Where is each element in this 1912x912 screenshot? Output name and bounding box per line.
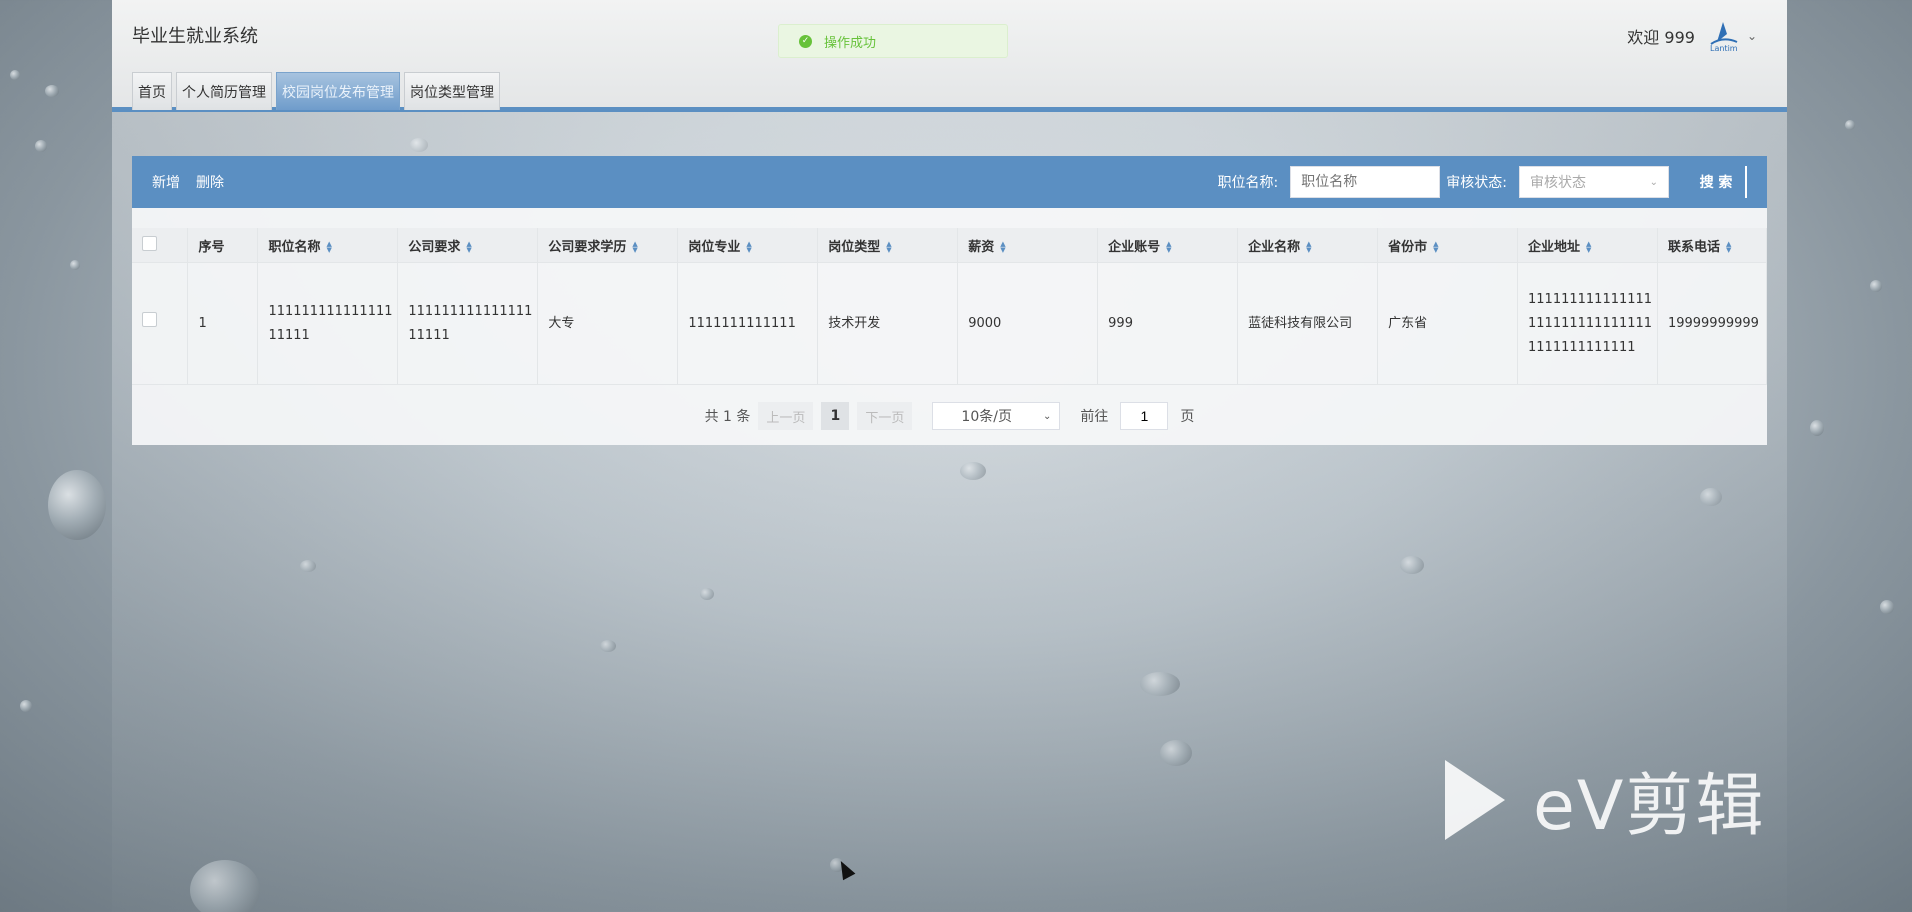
cell-company: 蓝徒科技有限公司 [1237, 262, 1379, 385]
content-panel: 新增 删除 职位名称: 审核状态: 审核状态 ⌄ 搜 索 序号 职位名称▲▼ 公… [132, 156, 1768, 445]
sort-icon[interactable]: ▲ ▼ [1000, 241, 1008, 254]
main-tabs: 首页 个人简历管理 校园岗位发布管理 岗位类型管理 [132, 72, 500, 110]
sort-icon[interactable]: ▲ ▼ [1586, 241, 1594, 254]
add-button[interactable]: 新增 [152, 172, 180, 192]
sort-icon[interactable]: ▲ ▼ [466, 241, 474, 254]
cell-address: 1111111111111111111111111111111111111111… [1517, 262, 1658, 385]
success-toast: ✓ 操作成功 [778, 24, 1008, 58]
chevron-down-icon: ⌄ [1649, 176, 1658, 188]
logo-icon: Lantim [1705, 20, 1741, 53]
sort-icon[interactable]: ▲ ▼ [1306, 241, 1314, 254]
page-size-value: 10条/页 [961, 409, 1012, 425]
table-header-row: 序号 职位名称 ▲ ▼ 公司要求 ▲ ▼ 公司要求学历 ▲ ▼ 岗位专业 ▲ ▼ 岗位类型 ▲ ▼ … [132, 228, 1768, 263]
cell-index: 1 [187, 262, 259, 385]
video-watermark: eV剪辑 [1445, 750, 1765, 849]
tab-job-types[interactable]: 岗位类型管理 [404, 72, 500, 110]
tab-home[interactable]: 首页 [132, 72, 172, 110]
column-header[interactable]: 公司要求学历 ▲ ▼ [537, 228, 679, 263]
cell-position: 11111111111111111111 [257, 262, 399, 385]
user-menu[interactable]: 欢迎 999 Lantim ⌄ [1627, 20, 1757, 53]
column-header[interactable]: 岗位专业 ▲ ▼ [677, 228, 819, 263]
tab-resume[interactable]: 个人简历管理 [176, 72, 272, 110]
sort-icon[interactable]: ▲ ▼ [746, 241, 754, 254]
row-select-cell [132, 262, 189, 385]
svg-text:Lantim: Lantim [1710, 44, 1738, 52]
select-all-cell [132, 228, 189, 263]
chevron-down-icon[interactable]: ⌄ [1747, 29, 1757, 43]
column-header[interactable]: 职位名称 ▲ ▼ [257, 228, 399, 263]
pagination: 共 1 条 上一页 1 下一页 10条/页 ⌄ 前往 页 [132, 401, 1767, 431]
status-label: 审核状态: [1446, 175, 1507, 191]
cell-major: 1111111111111 [677, 262, 819, 385]
page-number[interactable]: 1 [821, 402, 850, 430]
toast-text: 操作成功 [824, 35, 877, 51]
sort-icon[interactable]: ▲ ▼ [886, 241, 894, 254]
prev-page-button[interactable]: 上一页 [758, 402, 814, 430]
sort-icon[interactable]: ▲ ▼ [1433, 241, 1441, 254]
column-header[interactable]: 岗位类型 ▲ ▼ [817, 228, 959, 263]
cell-type: 技术开发 [817, 262, 959, 385]
position-name-input[interactable] [1290, 166, 1441, 198]
goto-page-input[interactable] [1120, 402, 1169, 430]
next-page-button[interactable]: 下一页 [857, 402, 913, 430]
page-size-select[interactable]: 10条/页 ⌄ [932, 402, 1061, 430]
play-icon [1445, 759, 1505, 840]
table-row[interactable]: 1 11111111111111111111 11111111111111111… [132, 262, 1768, 385]
page-suffix: 页 [1180, 409, 1195, 425]
column-header[interactable]: 联系电话 ▲ ▼ [1657, 228, 1768, 263]
cell-education: 大专 [537, 262, 679, 385]
position-label: 职位名称: [1217, 175, 1279, 191]
column-header[interactable]: 企业账号 ▲ ▼ [1097, 228, 1239, 263]
cell-account: 999 [1097, 262, 1239, 385]
total-count: 共 1 条 [704, 409, 751, 425]
cell-phone: 19999999999 [1657, 262, 1768, 385]
sort-icon[interactable]: ▲ ▼ [1726, 241, 1734, 254]
toolbar: 新增 删除 职位名称: 审核状态: 审核状态 ⌄ 搜 索 [132, 156, 1767, 208]
sort-icon[interactable]: ▲ ▼ [632, 241, 640, 254]
sort-icon[interactable]: ▲ ▼ [1166, 241, 1174, 254]
welcome-text: 欢迎 999 [1627, 28, 1695, 47]
row-checkbox[interactable] [142, 311, 157, 327]
column-header[interactable]: 企业名称 ▲ ▼ [1237, 228, 1379, 263]
column-header: 序号 [187, 228, 259, 263]
goto-label: 前往 [1080, 409, 1109, 425]
chevron-down-icon: ⌄ [1043, 410, 1052, 422]
check-icon: ✓ [799, 34, 812, 48]
column-header[interactable]: 薪资 ▲ ▼ [957, 228, 1099, 263]
cell-salary: 9000 [957, 262, 1099, 385]
watermark-text: eV剪辑 [1533, 767, 1766, 846]
select-all-checkbox[interactable] [142, 235, 157, 251]
jobs-table: 序号 职位名称 ▲ ▼ 公司要求 ▲ ▼ 公司要求学历 ▲ ▼ 岗位专业 ▲ ▼ 岗位类型 ▲ ▼ … [132, 228, 1768, 385]
status-select[interactable]: 审核状态 ⌄ [1519, 166, 1669, 198]
cell-requirement: 11111111111111111111 [397, 262, 539, 385]
search-button[interactable]: 搜 索 [1687, 166, 1747, 198]
tab-campus-jobs[interactable]: 校园岗位发布管理 [276, 72, 400, 110]
status-placeholder: 审核状态 [1530, 175, 1586, 191]
column-header[interactable]: 公司要求 ▲ ▼ [397, 228, 539, 263]
column-header[interactable]: 省份市 ▲ ▼ [1377, 228, 1518, 263]
delete-button[interactable]: 删除 [196, 172, 224, 192]
column-header[interactable]: 企业地址 ▲ ▼ [1517, 228, 1658, 263]
cell-province: 广东省 [1377, 262, 1518, 385]
search-filters: 职位名称: 审核状态: 审核状态 ⌄ 搜 索 [1218, 166, 1747, 198]
app-title: 毕业生就业系统 [132, 26, 258, 47]
sort-icon[interactable]: ▲ ▼ [326, 241, 334, 254]
